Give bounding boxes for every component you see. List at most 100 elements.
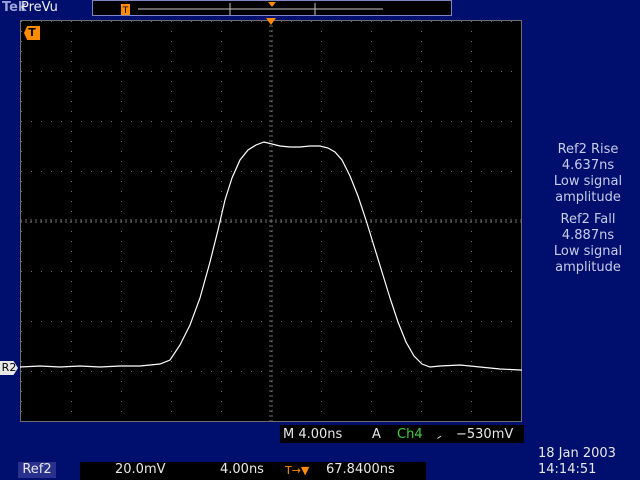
graticule-dot bbox=[21, 281, 22, 282]
graticule-dot bbox=[171, 21, 172, 22]
graticule-dot bbox=[381, 21, 382, 22]
graticule-dot bbox=[491, 121, 492, 122]
graticule-dot bbox=[121, 391, 122, 392]
graticule-dot bbox=[121, 211, 122, 212]
graticule-dot bbox=[161, 271, 162, 272]
graticule-dot bbox=[221, 361, 222, 362]
graticule-dot bbox=[251, 71, 252, 72]
graticule-dot bbox=[41, 271, 42, 272]
graticule-dot bbox=[491, 71, 492, 72]
graticule-dot bbox=[321, 231, 322, 232]
graticule-dot bbox=[321, 321, 322, 322]
graticule-dot bbox=[361, 271, 362, 272]
graticule-dot bbox=[241, 21, 242, 22]
graticule-dot bbox=[71, 411, 72, 412]
graticule-dot bbox=[421, 131, 422, 132]
graticule-dot bbox=[171, 71, 172, 72]
graticule-dot bbox=[121, 231, 122, 232]
graticule-dot bbox=[71, 171, 72, 172]
graticule-dot bbox=[231, 121, 232, 122]
graticule-dot bbox=[101, 21, 102, 22]
graticule-dot bbox=[511, 171, 512, 172]
graticule-dot bbox=[321, 331, 322, 332]
graticule-dot bbox=[21, 411, 22, 412]
graticule-dot bbox=[491, 271, 492, 272]
graticule-dot bbox=[221, 241, 222, 242]
graticule-dot bbox=[71, 231, 72, 232]
graticule-dot bbox=[61, 271, 62, 272]
graticule-dot bbox=[421, 281, 422, 282]
graticule-dot bbox=[421, 301, 422, 302]
graticule-dot bbox=[461, 71, 462, 72]
graticule-dot bbox=[71, 21, 72, 22]
graticule-dot bbox=[191, 371, 192, 372]
graticule-dot bbox=[421, 201, 422, 202]
ref-horizontal-scale-readout: 4.00ns bbox=[220, 462, 264, 477]
graticule-dot bbox=[101, 71, 102, 72]
graticule-dot bbox=[231, 271, 232, 272]
graticule-dot bbox=[281, 121, 282, 122]
graticule-dot bbox=[311, 171, 312, 172]
graticule-dot bbox=[221, 321, 222, 322]
graticule-dot bbox=[181, 371, 182, 372]
graticule-dot bbox=[321, 51, 322, 52]
graticule-dot bbox=[361, 371, 362, 372]
graticule-dot bbox=[501, 321, 502, 322]
graticule-dot bbox=[221, 331, 222, 332]
graticule-dot bbox=[471, 41, 472, 42]
graticule-dot bbox=[81, 121, 82, 122]
graticule-dot bbox=[501, 21, 502, 22]
graticule-dot bbox=[211, 21, 212, 22]
graticule-dot bbox=[481, 371, 482, 372]
graticule-dot bbox=[191, 121, 192, 122]
graticule-dot bbox=[221, 121, 222, 122]
graticule-dot bbox=[331, 71, 332, 72]
graticule-dot bbox=[171, 261, 172, 262]
graticule-dot bbox=[471, 231, 472, 232]
graticule-dot bbox=[471, 401, 472, 402]
graticule-dot bbox=[251, 271, 252, 272]
graticule-dot bbox=[501, 171, 502, 172]
graticule-dot bbox=[131, 271, 132, 272]
graticule-dot bbox=[321, 401, 322, 402]
graticule-dot bbox=[261, 71, 262, 72]
graticule-dot bbox=[171, 371, 172, 372]
graticule-dot bbox=[111, 21, 112, 22]
graticule-dot bbox=[181, 121, 182, 122]
graticule-dot bbox=[141, 71, 142, 72]
graticule-dot bbox=[71, 131, 72, 132]
graticule-dot bbox=[71, 31, 72, 32]
graticule-dot bbox=[131, 21, 132, 22]
ref2-channel-label[interactable]: Ref2 bbox=[18, 462, 56, 478]
graticule-dot bbox=[391, 321, 392, 322]
graticule-dot bbox=[371, 81, 372, 82]
graticule-dot bbox=[81, 321, 82, 322]
graticule-dot bbox=[351, 271, 352, 272]
graticule-dot bbox=[291, 21, 292, 22]
horizontal-position-icon: T→▼ bbox=[285, 464, 310, 477]
waveform-display[interactable] bbox=[19, 20, 541, 422]
graticule-dot bbox=[71, 41, 72, 42]
graticule-dot bbox=[71, 331, 72, 332]
graticule-dot bbox=[71, 61, 72, 62]
graticule-dot bbox=[421, 321, 422, 322]
graticule-dot bbox=[471, 291, 472, 292]
trigger-position-marker[interactable]: T bbox=[24, 26, 40, 40]
trigger-source-readout: Ch4 bbox=[397, 427, 423, 442]
graticule-dot bbox=[71, 201, 72, 202]
graticule-dot bbox=[381, 321, 382, 322]
graticule-dot bbox=[421, 381, 422, 382]
graticule-dot bbox=[431, 71, 432, 72]
graticule-dot bbox=[411, 71, 412, 72]
graticule-dot bbox=[121, 381, 122, 382]
graticule-dot bbox=[391, 21, 392, 22]
graticule-dot bbox=[371, 71, 372, 72]
graticule-dot bbox=[471, 341, 472, 342]
graticule-dot bbox=[71, 251, 72, 252]
graticule-dot bbox=[421, 91, 422, 92]
record-view-bar[interactable]: T bbox=[92, 0, 452, 16]
graticule-dot bbox=[341, 371, 342, 372]
graticule-dot bbox=[371, 321, 372, 322]
ref2-ground-marker[interactable]: R2 bbox=[0, 361, 18, 375]
graticule-dot bbox=[241, 71, 242, 72]
